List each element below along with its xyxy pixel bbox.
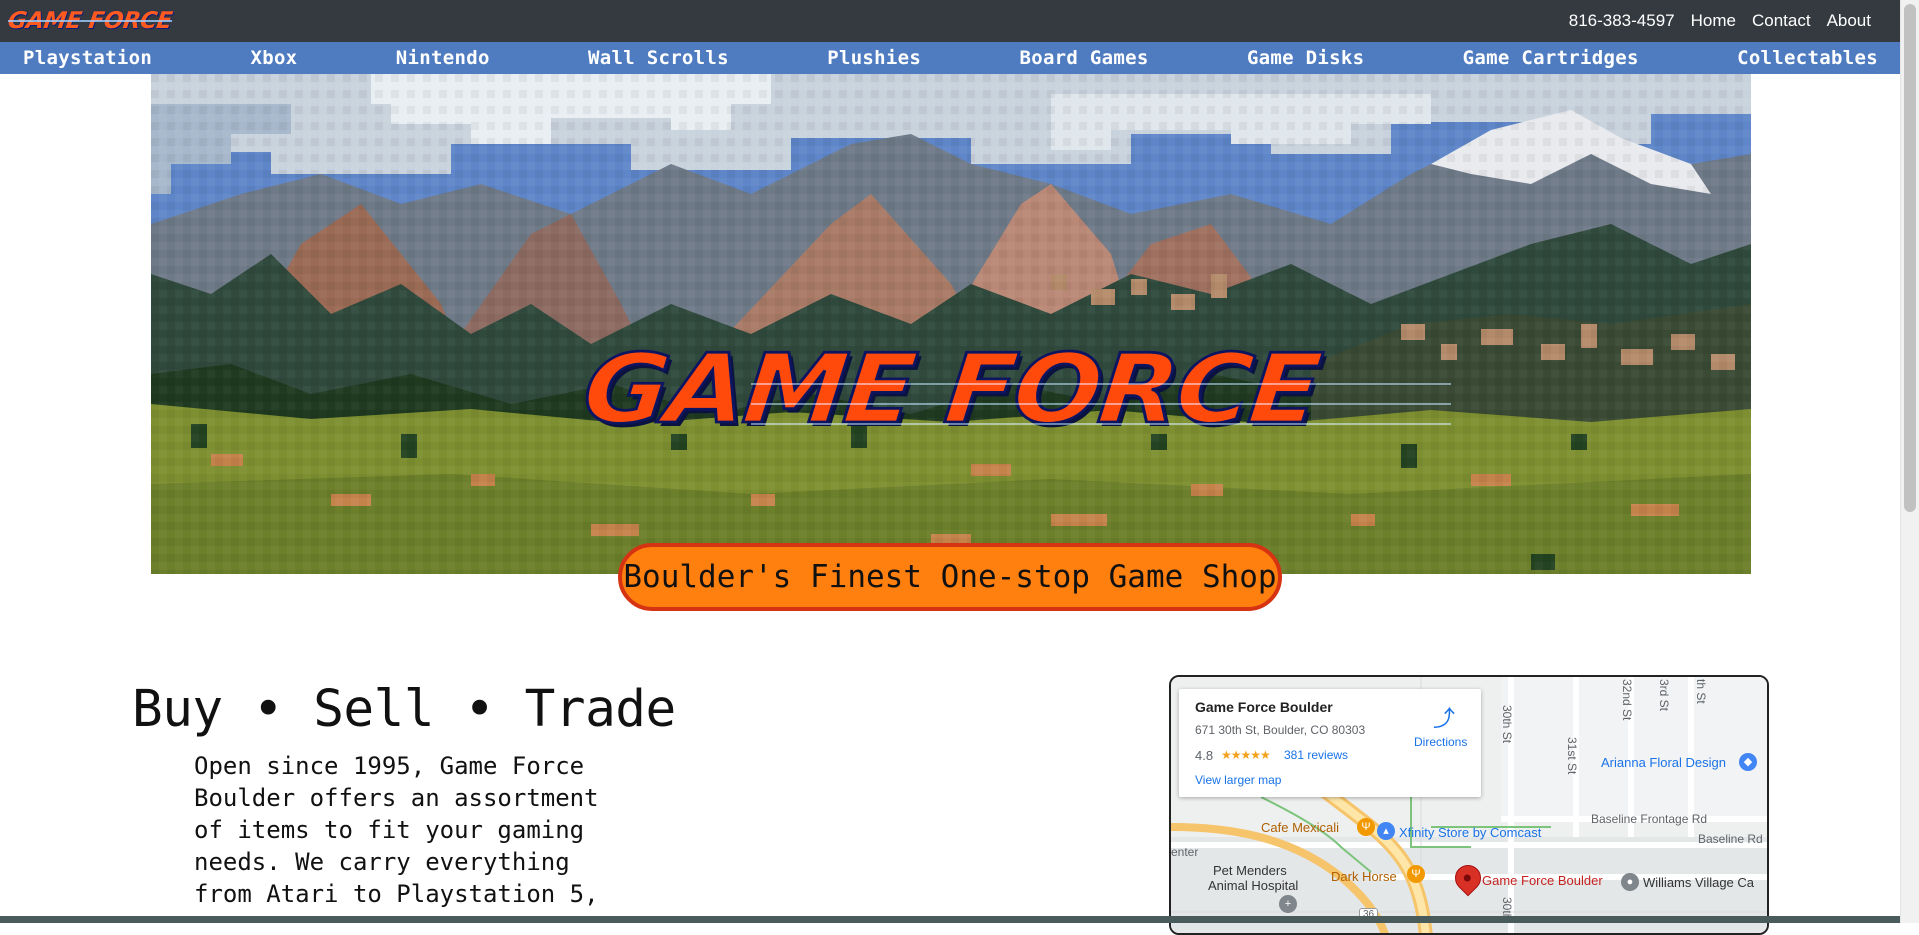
map-label-dark-horse: Dark Horse [1331,869,1397,884]
nav-about[interactable]: About [1827,11,1871,31]
nav-home[interactable]: Home [1691,11,1736,31]
map-reviews-link[interactable]: 381 reviews [1284,748,1348,762]
map-label-center: enter [1171,845,1199,859]
category-nav: Playstation Xbox Nintendo Wall Scrolls P… [0,42,1900,74]
map-place-card: Game Force Boulder 671 30th St, Boulder,… [1179,689,1481,797]
category-game-cartridges[interactable]: Game Cartridges [1463,47,1639,69]
map-place-address: 671 30th St, Boulder, CO 80303 [1195,723,1366,737]
category-nintendo[interactable]: Nintendo [396,47,490,69]
buy-sell-trade-heading: Buy • Sell • Trade [132,680,676,739]
map-label-arianna: Arianna Floral Design [1601,755,1727,770]
category-board-games[interactable]: Board Games [1019,47,1148,69]
map-label-33rd-st: 3rd St [1657,679,1671,712]
map-place-name: Game Force Boulder [1195,699,1333,715]
map-label-30th-st: 30th St [1500,705,1514,744]
nav-contact[interactable]: Contact [1752,11,1811,31]
category-playstation[interactable]: Playstation [23,47,152,69]
map-poi-williams-icon: ● [1621,873,1639,891]
map-poi-arianna-icon: ◆ [1739,753,1757,771]
directions-link[interactable]: Directions [1414,735,1467,749]
hero-banner: GAME FORCE [151,74,1751,574]
map-label-baseline-rd: Baseline Rd [1698,832,1763,846]
top-header: GAME FORCE 816-383-4597 Home Contact Abo… [0,0,1900,42]
map-label-cafe-mexicali: Cafe Mexicali [1261,820,1340,835]
map-poi-restaurant-icon: Ψ [1357,818,1375,836]
map-label-animal-hospital: Animal Hospital [1208,878,1299,893]
map-label-game-force-pin: Game Force Boulder [1482,873,1603,888]
pixel-mountain-landscape [151,74,1751,574]
scrollbar-thumb[interactable] [1904,4,1916,512]
phone-link[interactable]: 816-383-4597 [1569,11,1675,31]
map-label-32nd-st: 32nd St [1620,679,1634,721]
map-label-baseline-frontage: Baseline Frontage Rd [1591,812,1708,826]
map-poi-hospital-icon: + [1279,895,1297,913]
category-game-disks[interactable]: Game Disks [1247,47,1364,69]
directions-icon[interactable]: ⤴ [1433,701,1455,733]
map-label-34th-st: th St [1694,679,1708,704]
map-poi-bar-icon: Ψ [1407,865,1425,883]
bottom-strip [0,916,1900,923]
category-wall-scrolls[interactable]: Wall Scrolls [588,47,729,69]
map-rating-value: 4.8 [1195,748,1214,763]
category-xbox[interactable]: Xbox [250,47,297,69]
map-rating-stars: ★★★★★ [1221,748,1271,762]
intro-paragraph: Open since 1995, Game Force Boulder offe… [194,752,599,908]
map-label-pet-menders: Pet Menders [1213,863,1287,878]
google-map-embed[interactable]: Game Force Boulder 671 30th St, Boulder,… [1169,675,1769,935]
category-plushies[interactable]: Plushies [827,47,921,69]
category-collectables[interactable]: Collectables [1737,47,1878,69]
map-label-xfinity: Xfinity Store by Comcast [1399,825,1542,840]
hero-logo-title: GAME FORCE [577,331,1325,446]
map-label-williams-village: Williams Village Ca [1643,875,1755,890]
top-nav: 816-383-4597 Home Contact About [1569,11,1871,31]
page-scrollbar[interactable] [1900,0,1919,923]
map-poi-shopping-icon: ▴ [1377,822,1395,840]
tagline-pill: Boulder's Finest One-stop Game Shop [618,543,1282,611]
map-label-31st-st: 31st St [1565,737,1579,775]
view-larger-map-link[interactable]: View larger map [1195,773,1281,787]
site-logo[interactable]: GAME FORCE [6,8,174,34]
